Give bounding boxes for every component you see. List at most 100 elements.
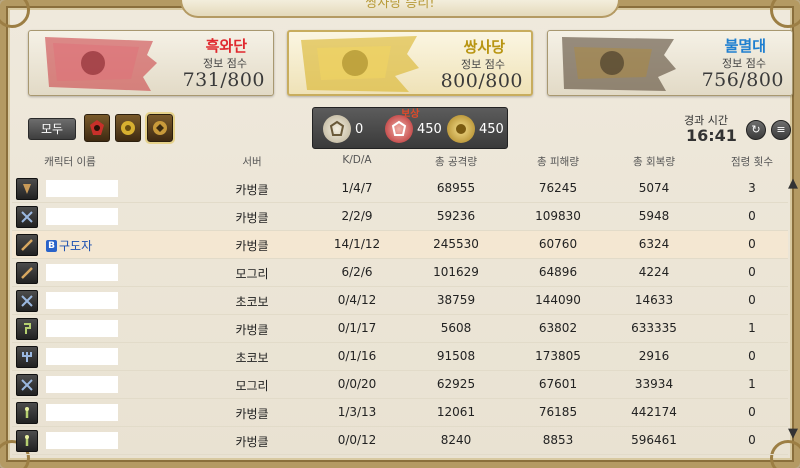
column-header: 점령 횟수 [731, 156, 773, 168]
refresh-icon: ↻ [751, 123, 761, 136]
result-title: 쌍사당 승리! [180, 0, 620, 18]
damage-cell: 67601 [538, 377, 578, 391]
red-medal-icon [385, 115, 413, 143]
table-row[interactable]: 카벙클 0/1/17 5608 63802 633335 1 [12, 315, 788, 343]
kda-cell: 0/0/12 [337, 433, 377, 447]
attack-cell: 245530 [433, 237, 479, 251]
kda-cell: 0/0/20 [337, 377, 377, 391]
table-row[interactable]: 모그리 0/0/20 62925 67601 33934 1 [12, 371, 788, 399]
team-card-1[interactable]: 흑와단 정보 점수 731/800 [28, 30, 274, 96]
red-banner-icon [45, 37, 157, 91]
hidden-name [46, 376, 118, 393]
hidden-name [46, 432, 118, 449]
elapsed-time-value: 16:41 [686, 126, 737, 145]
kda-cell: 2/2/9 [341, 209, 373, 223]
column-header: K/D/A [342, 154, 372, 166]
kda-cell: 0/1/17 [337, 321, 377, 335]
table-row[interactable]: 초코보 0/4/12 38759 144090 14633 0 [12, 287, 788, 315]
hidden-name [46, 320, 118, 337]
yellow-banner-icon [301, 36, 419, 92]
scroll-down-icon[interactable]: ▼ [788, 426, 798, 441]
table-row[interactable]: B 구도자 카벙클 14/1/12 245530 60760 6324 0 [12, 231, 788, 259]
team-card-3[interactable]: 불멸대 정보 점수 756/800 [547, 30, 793, 96]
bronze-crest-icon [153, 121, 167, 135]
team-score: 756/800 [701, 69, 784, 91]
dark-banner-icon [562, 37, 676, 91]
dual-blade-class-icon [16, 290, 38, 312]
damage-cell: 144090 [535, 293, 581, 307]
frame-ornament [770, 0, 800, 28]
capture-cell: 0 [748, 433, 756, 447]
wand-class-icon [16, 430, 38, 452]
capture-cell: 0 [748, 265, 756, 279]
table-row[interactable]: 카벙클 0/0/12 8240 8853 596461 0 [12, 427, 788, 455]
menu-button[interactable]: ≡ [771, 120, 791, 140]
server-cell: 카벙클 [235, 323, 269, 337]
kda-cell: 6/2/6 [341, 265, 373, 279]
heal-cell: 2916 [638, 349, 670, 363]
table-header: 캐릭터 이름 서버 K/D/A 총 공격량 총 피해량 총 회복량 점령 횟수 [12, 152, 788, 170]
hidden-name [46, 264, 118, 281]
damage-cell: 76185 [538, 405, 578, 419]
hidden-name [46, 208, 118, 225]
heal-cell: 5948 [638, 209, 670, 223]
server-cell: 카벙클 [235, 211, 269, 225]
heal-cell: 442174 [631, 405, 677, 419]
damage-cell: 8853 [542, 433, 574, 447]
reward-item: 0 [323, 115, 363, 143]
team-score: 800/800 [440, 70, 523, 92]
filter-team-yellow-button[interactable] [115, 114, 141, 142]
capture-cell: 3 [748, 181, 756, 195]
server-cell: 모그리 [235, 379, 269, 393]
refresh-button[interactable]: ↻ [746, 120, 766, 140]
bow-class-icon [16, 178, 38, 200]
filter-all-button[interactable]: 모두 [28, 118, 76, 140]
player-name: B 구도자 [46, 237, 92, 254]
team-name: 쌍사당 [463, 38, 505, 56]
staff-class-icon [16, 318, 38, 340]
attack-cell: 12061 [436, 405, 476, 419]
capture-cell: 0 [748, 405, 756, 419]
damage-cell: 60760 [538, 237, 578, 251]
table-row[interactable]: 초코보 0/1/16 91508 173805 2916 0 [12, 343, 788, 371]
attack-cell: 5608 [440, 321, 472, 335]
sword-class-icon [16, 262, 38, 284]
dual-blade-class-icon [16, 374, 38, 396]
table-row[interactable]: 모그리 6/2/6 101629 64896 4224 0 [12, 259, 788, 287]
attack-cell: 62925 [436, 377, 476, 391]
kda-cell: 14/1/12 [333, 237, 381, 251]
damage-cell: 64896 [538, 265, 578, 279]
team-card-2[interactable]: 쌍사당 정보 점수 800/800 [287, 30, 533, 96]
capture-cell: 0 [748, 349, 756, 363]
heal-cell: 633335 [631, 321, 677, 335]
table-row[interactable]: 카벙클 1/4/7 68955 76245 5074 3 [12, 175, 788, 203]
sword-class-icon [16, 234, 38, 256]
list-icon: ≡ [776, 123, 786, 136]
kda-cell: 0/1/16 [337, 349, 377, 363]
damage-cell: 63802 [538, 321, 578, 335]
heal-cell: 5074 [638, 181, 670, 195]
heal-cell: 6324 [638, 237, 670, 251]
reward-panel: 보상 0 450 450 [312, 107, 508, 149]
heal-cell: 596461 [631, 433, 677, 447]
filter-team-red-button[interactable] [84, 114, 110, 142]
capture-cell: 0 [748, 237, 756, 251]
heal-cell: 14633 [634, 293, 674, 307]
server-cell: 카벙클 [235, 435, 269, 449]
server-cell: 초코보 [235, 295, 269, 309]
dual-blade-class-icon [16, 206, 38, 228]
server-cell: 카벙클 [235, 239, 269, 253]
column-header: 총 회복량 [633, 156, 675, 168]
table-row[interactable]: 카벙클 2/2/9 59236 109830 5948 0 [12, 203, 788, 231]
hidden-name [46, 292, 118, 309]
filter-team-dark-button[interactable] [145, 112, 175, 144]
hidden-name [46, 180, 118, 197]
table-row[interactable]: 카벙클 1/3/13 12061 76185 442174 0 [12, 399, 788, 427]
attack-cell: 101629 [433, 265, 479, 279]
reward-value: 450 [479, 121, 504, 137]
red-crest-icon [90, 120, 104, 135]
scroll-up-icon[interactable]: ▲ [788, 176, 798, 191]
damage-cell: 109830 [535, 209, 581, 223]
gold-crest-icon [121, 121, 135, 135]
kda-cell: 1/4/7 [341, 181, 373, 195]
